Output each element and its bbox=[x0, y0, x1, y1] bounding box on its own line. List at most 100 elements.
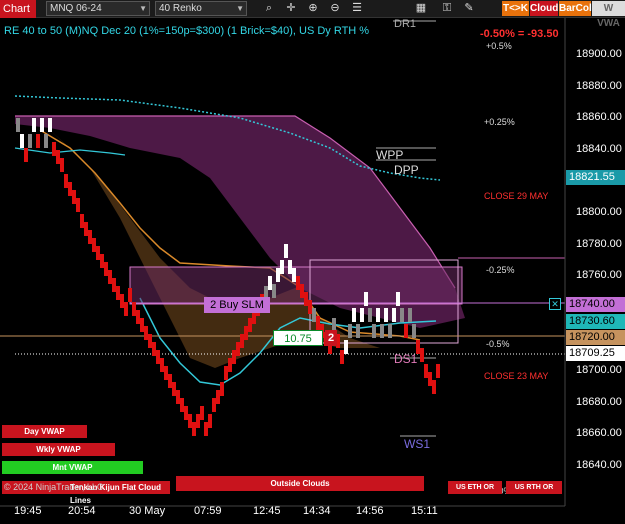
renko-brick bbox=[428, 372, 432, 386]
renko-brick bbox=[228, 358, 232, 372]
zoom-in-icon[interactable]: ⊕ bbox=[306, 1, 320, 16]
ds1-label: DS1 bbox=[394, 352, 418, 366]
renko-brick bbox=[140, 318, 144, 332]
bar-type-selector[interactable]: 40 Renko ▼ bbox=[155, 1, 247, 16]
chevron-down-icon: ▼ bbox=[236, 4, 244, 13]
renko-brick bbox=[76, 198, 80, 212]
renko-brick bbox=[112, 278, 116, 292]
renko-brick bbox=[396, 292, 400, 306]
chart-title: RE 40 to 50 (M)NQ Dec 20 (1%=150p=$300) … bbox=[4, 25, 370, 37]
chart-toolbar: Chart MNQ 06-24 ▼ 40 Renko ▼ ⌕ ✛ ⊕ ⊖ ☰ ▦… bbox=[0, 0, 625, 29]
pnl-text: -0.50% = -93.50 bbox=[480, 28, 559, 40]
renko-brick bbox=[200, 406, 204, 420]
renko-brick bbox=[68, 182, 72, 196]
renko-brick bbox=[60, 158, 64, 172]
renko-brick bbox=[152, 342, 156, 356]
price-marker-label: 18821.55 bbox=[566, 170, 625, 185]
renko-brick bbox=[224, 366, 228, 380]
renko-brick bbox=[380, 324, 384, 338]
time-tick-label: 07:59 bbox=[194, 505, 222, 517]
magnifier-icon[interactable]: ⌕ bbox=[262, 1, 276, 16]
renko-brick bbox=[192, 422, 196, 436]
instrument-selector[interactable]: MNQ 06-24 ▼ bbox=[46, 1, 150, 16]
renko-brick bbox=[168, 374, 172, 388]
time-tick-label: 30 May bbox=[129, 505, 166, 517]
buy-order-label[interactable]: 2 Buy SLM bbox=[204, 297, 270, 313]
renko-brick bbox=[276, 268, 280, 282]
drawing-icon[interactable]: ✎ bbox=[462, 1, 476, 16]
renko-brick bbox=[136, 310, 140, 324]
us-rth-or-badge: US RTH OR bbox=[506, 481, 562, 494]
barcol-toggle-button[interactable]: BarCol bbox=[559, 1, 592, 16]
renko-brick bbox=[92, 238, 96, 252]
renko-brick bbox=[216, 390, 220, 404]
grid-icon[interactable]: ▦ bbox=[414, 1, 428, 16]
renko-brick bbox=[348, 324, 352, 338]
price-marker-label: 18709.25 bbox=[566, 346, 625, 361]
renko-brick bbox=[52, 142, 56, 156]
renko-brick bbox=[128, 288, 132, 302]
chevron-down-icon: ▼ bbox=[139, 4, 147, 13]
renko-brick bbox=[400, 308, 404, 322]
renko-brick bbox=[248, 318, 252, 332]
renko-brick bbox=[296, 276, 300, 290]
day-vwap-badge: Day VWAP bbox=[2, 425, 87, 438]
renko-brick bbox=[32, 118, 36, 132]
renko-brick bbox=[156, 350, 160, 364]
renko-brick bbox=[356, 324, 360, 338]
renko-brick bbox=[16, 118, 20, 132]
bar-type-value: 40 Renko bbox=[159, 3, 202, 14]
order-pnl-value: 10.75 bbox=[273, 330, 323, 346]
renko-brick bbox=[268, 276, 272, 290]
renko-brick bbox=[220, 382, 224, 396]
renko-brick bbox=[384, 308, 388, 322]
crosshair-icon[interactable]: ✛ bbox=[284, 1, 298, 16]
renko-brick bbox=[340, 350, 344, 364]
renko-brick bbox=[432, 380, 436, 394]
price-tick-label: 18680.00 bbox=[576, 395, 622, 408]
time-tick-label: 12:45 bbox=[253, 505, 281, 517]
zoom-out-icon[interactable]: ⊖ bbox=[328, 1, 342, 16]
renko-brick bbox=[436, 364, 440, 378]
us-eth-or-badge: US ETH OR bbox=[448, 481, 502, 494]
renko-brick bbox=[188, 414, 192, 428]
close-23-may-label: CLOSE 23 MAY bbox=[484, 371, 549, 381]
renko-brick bbox=[40, 118, 44, 132]
monthly-vwap-badge: Mnt VWAP bbox=[2, 461, 143, 474]
chart-tab[interactable]: Chart bbox=[0, 0, 36, 18]
renko-brick bbox=[212, 398, 216, 412]
renko-brick bbox=[208, 414, 212, 428]
price-tick-label: 18700.00 bbox=[576, 364, 622, 376]
renko-brick bbox=[88, 230, 92, 244]
renko-brick bbox=[412, 324, 416, 338]
renko-brick bbox=[72, 190, 76, 204]
tk-toggle-button[interactable]: T<>K bbox=[502, 1, 529, 16]
properties-icon[interactable]: ☰ bbox=[350, 1, 364, 16]
renko-brick bbox=[48, 118, 52, 132]
price-tick-label: 18880.00 bbox=[576, 79, 622, 92]
renko-brick bbox=[184, 406, 188, 420]
time-tick-label: 14:34 bbox=[303, 505, 331, 517]
renko-brick bbox=[20, 134, 24, 148]
order-quantity[interactable]: 2 bbox=[325, 330, 337, 346]
renko-brick bbox=[164, 366, 168, 380]
renko-brick bbox=[308, 300, 312, 314]
renko-brick bbox=[424, 364, 428, 378]
renko-brick bbox=[180, 398, 184, 412]
price-marker-label: 18740.00 bbox=[566, 297, 625, 312]
minus-half-label: -0.5% bbox=[486, 339, 510, 349]
wpp-label: WPP bbox=[376, 148, 404, 162]
price-tick-label: 18760.00 bbox=[576, 269, 622, 282]
dpp-label: DPP bbox=[394, 163, 419, 177]
lock-icon[interactable]: ⚿ bbox=[440, 1, 454, 16]
renko-brick bbox=[44, 134, 48, 148]
renko-brick bbox=[196, 414, 200, 428]
renko-brick bbox=[344, 340, 348, 354]
cancel-order-icon[interactable]: ✕ bbox=[549, 298, 561, 310]
outside-clouds-badge: Outside Clouds bbox=[176, 476, 424, 491]
plus-half-label: +0.5% bbox=[486, 41, 512, 51]
renko-brick bbox=[316, 316, 320, 330]
w-vwap-toggle-button[interactable]: W VWA bbox=[592, 1, 625, 29]
renko-brick bbox=[408, 308, 412, 322]
cloud-toggle-button[interactable]: Cloud bbox=[530, 1, 558, 16]
